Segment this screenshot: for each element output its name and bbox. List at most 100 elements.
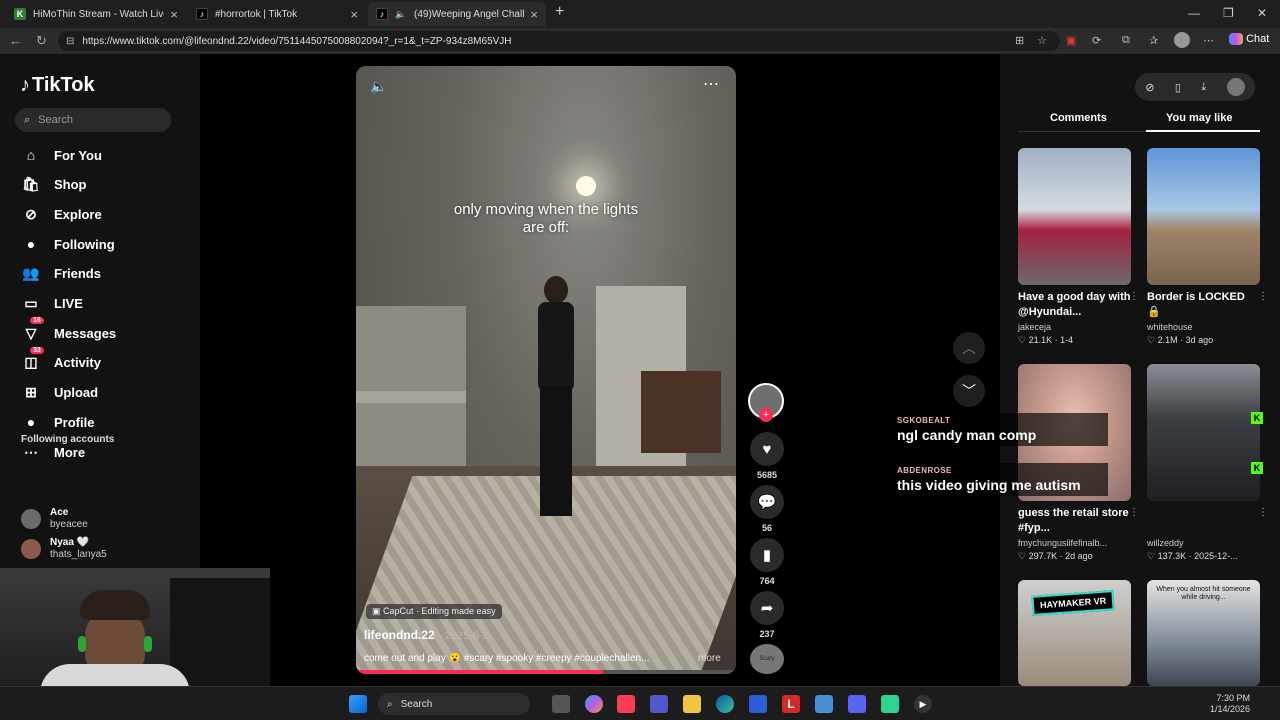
split-screen-icon[interactable]: ⊞	[1015, 34, 1024, 47]
browser-tab-weeping-angel[interactable]: ♪ 🔈 (49)Weeping Angel Challenge ×	[368, 2, 546, 26]
sidebar-item-following[interactable]: ● Following	[21, 232, 115, 256]
refresh-extension-icon[interactable]: ⟳	[1092, 34, 1101, 47]
recommended-video-card[interactable]: willzeddy ♡ 137.3K · 2025-12-... ⋮	[1147, 364, 1268, 562]
description-more-link[interactable]: more	[698, 653, 721, 664]
recommended-video-card[interactable]: HAYMAKER VR	[1018, 580, 1131, 686]
close-tab-icon[interactable]: ×	[350, 7, 358, 22]
close-tab-icon[interactable]: ×	[170, 7, 178, 22]
more-options-icon[interactable]: ⋯	[703, 74, 720, 94]
minimize-icon[interactable]: —	[1188, 6, 1200, 20]
sound-disc[interactable]: Scary	[750, 644, 784, 674]
video-author[interactable]: lifeondnd.22 · 2025-6-2	[364, 628, 489, 642]
copilot-chat-button[interactable]: Chat	[1229, 33, 1269, 46]
like-action[interactable]: ♥ 5685	[750, 432, 784, 480]
device-icon[interactable]: ▯	[1175, 81, 1181, 94]
windows-start-icon[interactable]	[349, 695, 367, 713]
sidebar-item-for-you[interactable]: ⌂ For You	[21, 143, 102, 167]
task-view-icon[interactable]	[552, 695, 570, 713]
heart-icon[interactable]: ♥	[750, 432, 784, 466]
recommended-video-card[interactable]: Have a good day with @Hyundai... jakecej…	[1018, 148, 1139, 346]
save-action[interactable]: ▮ 764	[750, 538, 784, 586]
volume-icon[interactable]: 🔈	[370, 78, 387, 95]
new-tab-icon[interactable]: +	[555, 3, 564, 21]
card-user[interactable]: whitehouse	[1147, 322, 1260, 332]
tab-comments[interactable]: Comments	[1050, 112, 1107, 124]
favorites-icon[interactable]: ✰	[1149, 34, 1158, 47]
music-app-icon[interactable]	[617, 695, 635, 713]
store-icon[interactable]	[749, 695, 767, 713]
download-icon[interactable]: ⤓	[1201, 81, 1206, 94]
capcut-badge[interactable]: ▣ CapCut · Editing made easy	[366, 604, 502, 619]
card-title[interactable]: guess the retail store #fyp...	[1018, 506, 1131, 536]
sidebar-item-live[interactable]: ▭ LIVE	[21, 292, 83, 316]
compass-icon[interactable]: ⊘	[1145, 81, 1154, 94]
close-window-icon[interactable]: ✕	[1257, 6, 1267, 20]
restore-icon[interactable]: ❐	[1223, 6, 1234, 20]
card-more-icon[interactable]: ⋮	[1129, 291, 1139, 302]
profile-avatar-icon[interactable]	[1174, 32, 1190, 48]
teams-icon[interactable]	[650, 695, 668, 713]
video-player[interactable]: only moving when the lights are off: 🔈 ⋯…	[356, 66, 736, 674]
card-more-icon[interactable]: ⋮	[1129, 507, 1139, 518]
recommended-video-card[interactable]: When you almost hit someone while drivin…	[1147, 580, 1260, 686]
back-icon[interactable]: ←	[9, 33, 22, 48]
chat-app-icon[interactable]	[881, 695, 899, 713]
tiktok-logo[interactable]: ♪ TikTok	[20, 74, 95, 97]
url-field[interactable]: ⊟ https://www.tiktok.com/@lifeondnd.22/v…	[58, 31, 1060, 51]
drawing-app-icon[interactable]	[815, 695, 833, 713]
profile-avatar-icon[interactable]	[1226, 78, 1245, 96]
copilot-icon[interactable]	[585, 695, 603, 713]
extension-icon[interactable]: ▣	[1066, 34, 1076, 47]
share-action[interactable]: ➦ 237	[750, 591, 784, 639]
recommended-video-card[interactable]: Border is LOCKED 🔒 whitehouse ♡ 2.1M · 3…	[1147, 148, 1268, 346]
close-tab-icon[interactable]: ×	[530, 7, 538, 22]
discord-icon[interactable]	[848, 695, 866, 713]
video-thumbnail[interactable]	[1147, 148, 1260, 285]
sidebar-item-friends[interactable]: 👥 Friends	[21, 262, 101, 286]
card-more-icon[interactable]: ⋮	[1258, 507, 1268, 518]
search-input[interactable]: ⌕ Search	[15, 108, 171, 132]
comment-action[interactable]: 💬 56	[750, 485, 784, 533]
settings-more-icon[interactable]: ⋯	[1203, 34, 1214, 47]
speaker-icon[interactable]: 🔈	[395, 8, 407, 20]
sidebar-item-upload[interactable]: ⊞ Upload	[21, 381, 98, 405]
extensions-icon[interactable]: ⧉	[1122, 34, 1130, 47]
card-more-icon[interactable]: ⋮	[1258, 291, 1268, 302]
favorite-star-icon[interactable]: ☆	[1037, 34, 1047, 47]
video-thumbnail[interactable]	[1018, 148, 1131, 285]
tab-you-may-like[interactable]: You may like	[1166, 112, 1232, 124]
comment-icon[interactable]: 💬	[750, 485, 784, 519]
reload-icon[interactable]: ↻	[36, 33, 47, 49]
site-info-icon[interactable]: ⊟	[66, 36, 74, 47]
follow-plus-button[interactable]: +	[759, 408, 773, 422]
video-thumbnail[interactable]	[1147, 364, 1260, 501]
browser-tab-horrortok[interactable]: ♪ #horrortok | TikTok ×	[188, 2, 366, 26]
following-account-nyaa[interactable]: Nyaa 🤍 thats_lanya5	[21, 537, 107, 561]
edge-icon[interactable]	[716, 695, 734, 713]
media-player-icon[interactable]: ▶	[914, 695, 932, 713]
previous-video-icon[interactable]: ︿	[953, 332, 985, 364]
following-account-ace[interactable]: Ace byeacee	[21, 507, 88, 531]
lexis-app-icon[interactable]: L	[782, 695, 800, 713]
video-thumbnail[interactable]: HAYMAKER VR	[1018, 580, 1131, 686]
card-user[interactable]: jakeceja	[1018, 322, 1131, 332]
card-title[interactable]: Border is LOCKED 🔒	[1147, 290, 1260, 320]
sidebar-item-messages[interactable]: ▽ Messages 16	[21, 317, 116, 345]
sidebar-item-activity[interactable]: ◫ Activity 33	[21, 346, 101, 375]
card-user[interactable]: willzeddy	[1147, 538, 1260, 548]
taskbar-search[interactable]: ⌕ Search	[378, 693, 530, 715]
video-progress-bar[interactable]	[356, 670, 736, 674]
file-explorer-icon[interactable]	[683, 695, 701, 713]
sidebar-item-shop[interactable]: 🛍 Shop	[21, 173, 86, 197]
card-title[interactable]: Have a good day with @Hyundai...	[1018, 290, 1131, 320]
browser-tab-himothin[interactable]: K HiMoThin Stream - Watch Live on ×	[6, 2, 186, 26]
sidebar-item-profile[interactable]: ● Profile	[21, 410, 95, 434]
card-user[interactable]: fmychunguslifefinalb...	[1018, 538, 1131, 548]
share-icon[interactable]: ➦	[750, 591, 784, 625]
sidebar-item-explore[interactable]: ⊘ Explore	[21, 202, 102, 226]
video-thumbnail[interactable]: When you almost hit someone while drivin…	[1147, 580, 1260, 686]
system-clock[interactable]: 7:30 PM 1/14/2026	[1210, 693, 1250, 715]
bookmark-icon[interactable]: ▮	[750, 538, 784, 572]
next-video-icon[interactable]: ﹀	[953, 375, 985, 407]
card-title[interactable]	[1147, 506, 1260, 536]
